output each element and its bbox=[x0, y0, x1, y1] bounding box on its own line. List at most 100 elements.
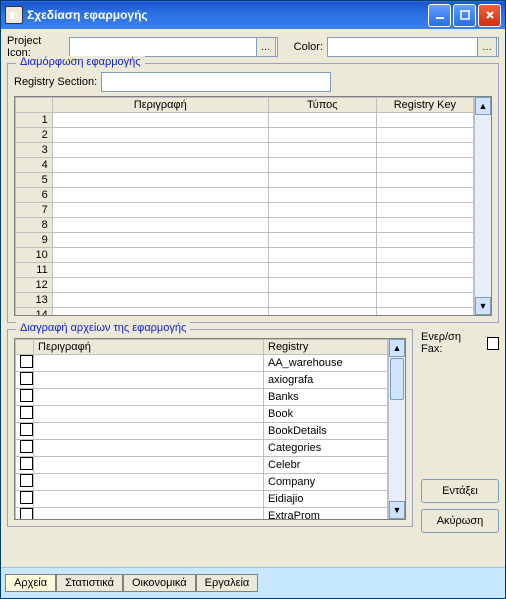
cell[interactable] bbox=[268, 263, 376, 278]
row-checkbox-cell[interactable] bbox=[16, 474, 34, 491]
row-registry[interactable]: Categories bbox=[264, 440, 388, 457]
minimize-button[interactable] bbox=[428, 4, 451, 27]
scroll-up-icon[interactable]: ▲ bbox=[475, 97, 491, 115]
row-checkbox[interactable] bbox=[20, 372, 33, 385]
cell[interactable] bbox=[376, 293, 473, 308]
row-desc[interactable] bbox=[34, 355, 264, 372]
cell[interactable] bbox=[376, 128, 473, 143]
table-row[interactable]: 4 bbox=[16, 158, 474, 173]
table-row[interactable]: 8 bbox=[16, 218, 474, 233]
cell[interactable] bbox=[52, 158, 268, 173]
table-row[interactable]: 3 bbox=[16, 143, 474, 158]
row-desc[interactable] bbox=[34, 508, 264, 520]
row-registry[interactable]: Banks bbox=[264, 389, 388, 406]
color-input[interactable] bbox=[328, 38, 476, 56]
cell[interactable] bbox=[52, 263, 268, 278]
row-header[interactable]: 2 bbox=[16, 128, 53, 143]
cell[interactable] bbox=[268, 113, 376, 128]
cell[interactable] bbox=[52, 308, 268, 316]
table-row[interactable]: Categories bbox=[16, 440, 388, 457]
table-row[interactable]: Celebr bbox=[16, 457, 388, 474]
cell[interactable] bbox=[268, 128, 376, 143]
scroll-up-icon[interactable]: ▲ bbox=[389, 339, 405, 357]
cell[interactable] bbox=[52, 293, 268, 308]
row-header[interactable]: 3 bbox=[16, 143, 53, 158]
fax-checkbox[interactable] bbox=[487, 337, 499, 350]
maximize-button[interactable] bbox=[453, 4, 476, 27]
cell[interactable] bbox=[376, 218, 473, 233]
config-col-type[interactable]: Τύπος bbox=[268, 98, 376, 113]
table-row[interactable]: 6 bbox=[16, 188, 474, 203]
cell[interactable] bbox=[52, 143, 268, 158]
scroll-down-icon[interactable]: ▼ bbox=[389, 501, 405, 519]
row-checkbox[interactable] bbox=[20, 474, 33, 487]
files-grid[interactable]: Περιγραφή Registry AA_warehouseaxiografa… bbox=[14, 338, 406, 520]
cell[interactable] bbox=[52, 218, 268, 233]
cell[interactable] bbox=[376, 248, 473, 263]
table-row[interactable]: 9 bbox=[16, 233, 474, 248]
row-header[interactable]: 10 bbox=[16, 248, 53, 263]
cell[interactable] bbox=[268, 248, 376, 263]
row-desc[interactable] bbox=[34, 389, 264, 406]
files-col-desc[interactable]: Περιγραφή bbox=[34, 340, 264, 355]
files-col-reg[interactable]: Registry bbox=[264, 340, 388, 355]
row-desc[interactable] bbox=[34, 440, 264, 457]
cancel-button[interactable]: Ακύρωση bbox=[421, 509, 499, 533]
row-registry[interactable]: AA_warehouse bbox=[264, 355, 388, 372]
table-row[interactable]: 7 bbox=[16, 203, 474, 218]
cell[interactable] bbox=[376, 173, 473, 188]
row-checkbox[interactable] bbox=[20, 389, 33, 402]
row-registry[interactable]: axiografa bbox=[264, 372, 388, 389]
row-registry[interactable]: BookDetails bbox=[264, 423, 388, 440]
row-registry[interactable]: Eidiajio bbox=[264, 491, 388, 508]
row-checkbox[interactable] bbox=[20, 440, 33, 453]
row-header[interactable]: 9 bbox=[16, 233, 53, 248]
row-checkbox[interactable] bbox=[20, 508, 33, 519]
titlebar[interactable]: ◧ Σχεδίαση εφαρμογής bbox=[1, 1, 505, 29]
row-desc[interactable] bbox=[34, 474, 264, 491]
cell[interactable] bbox=[268, 293, 376, 308]
row-checkbox[interactable] bbox=[20, 457, 33, 470]
cell[interactable] bbox=[52, 173, 268, 188]
row-checkbox-cell[interactable] bbox=[16, 389, 34, 406]
cell[interactable] bbox=[52, 188, 268, 203]
row-header[interactable]: 11 bbox=[16, 263, 53, 278]
row-desc[interactable] bbox=[34, 491, 264, 508]
registry-section-input[interactable] bbox=[101, 72, 331, 92]
table-row[interactable]: 13 bbox=[16, 293, 474, 308]
table-row[interactable]: 12 bbox=[16, 278, 474, 293]
cell[interactable] bbox=[376, 263, 473, 278]
cell[interactable] bbox=[376, 113, 473, 128]
table-row[interactable]: Eidiajio bbox=[16, 491, 388, 508]
row-checkbox[interactable] bbox=[20, 406, 33, 419]
row-checkbox-cell[interactable] bbox=[16, 372, 34, 389]
row-header[interactable]: 14 bbox=[16, 308, 53, 316]
cell[interactable] bbox=[268, 203, 376, 218]
row-desc[interactable] bbox=[34, 406, 264, 423]
config-grid-scrollbar[interactable]: ▲ ▼ bbox=[474, 97, 491, 315]
cell[interactable] bbox=[52, 233, 268, 248]
row-desc[interactable] bbox=[34, 457, 264, 474]
cell[interactable] bbox=[268, 308, 376, 316]
color-field[interactable]: … bbox=[327, 37, 499, 57]
cell[interactable] bbox=[376, 143, 473, 158]
cell[interactable] bbox=[52, 278, 268, 293]
row-header[interactable]: 6 bbox=[16, 188, 53, 203]
cell[interactable] bbox=[376, 158, 473, 173]
table-row[interactable]: 2 bbox=[16, 128, 474, 143]
tab-files[interactable]: Αρχεία bbox=[5, 574, 56, 592]
cell[interactable] bbox=[268, 143, 376, 158]
row-header[interactable]: 12 bbox=[16, 278, 53, 293]
row-header[interactable]: 7 bbox=[16, 203, 53, 218]
row-desc[interactable] bbox=[34, 423, 264, 440]
cell[interactable] bbox=[376, 203, 473, 218]
cell[interactable] bbox=[52, 203, 268, 218]
scroll-track[interactable] bbox=[389, 357, 405, 501]
row-checkbox-cell[interactable] bbox=[16, 440, 34, 457]
row-registry[interactable]: ExtraProm bbox=[264, 508, 388, 520]
row-checkbox-cell[interactable] bbox=[16, 406, 34, 423]
cell[interactable] bbox=[52, 113, 268, 128]
row-checkbox-cell[interactable] bbox=[16, 423, 34, 440]
cell[interactable] bbox=[268, 218, 376, 233]
cell[interactable] bbox=[268, 278, 376, 293]
